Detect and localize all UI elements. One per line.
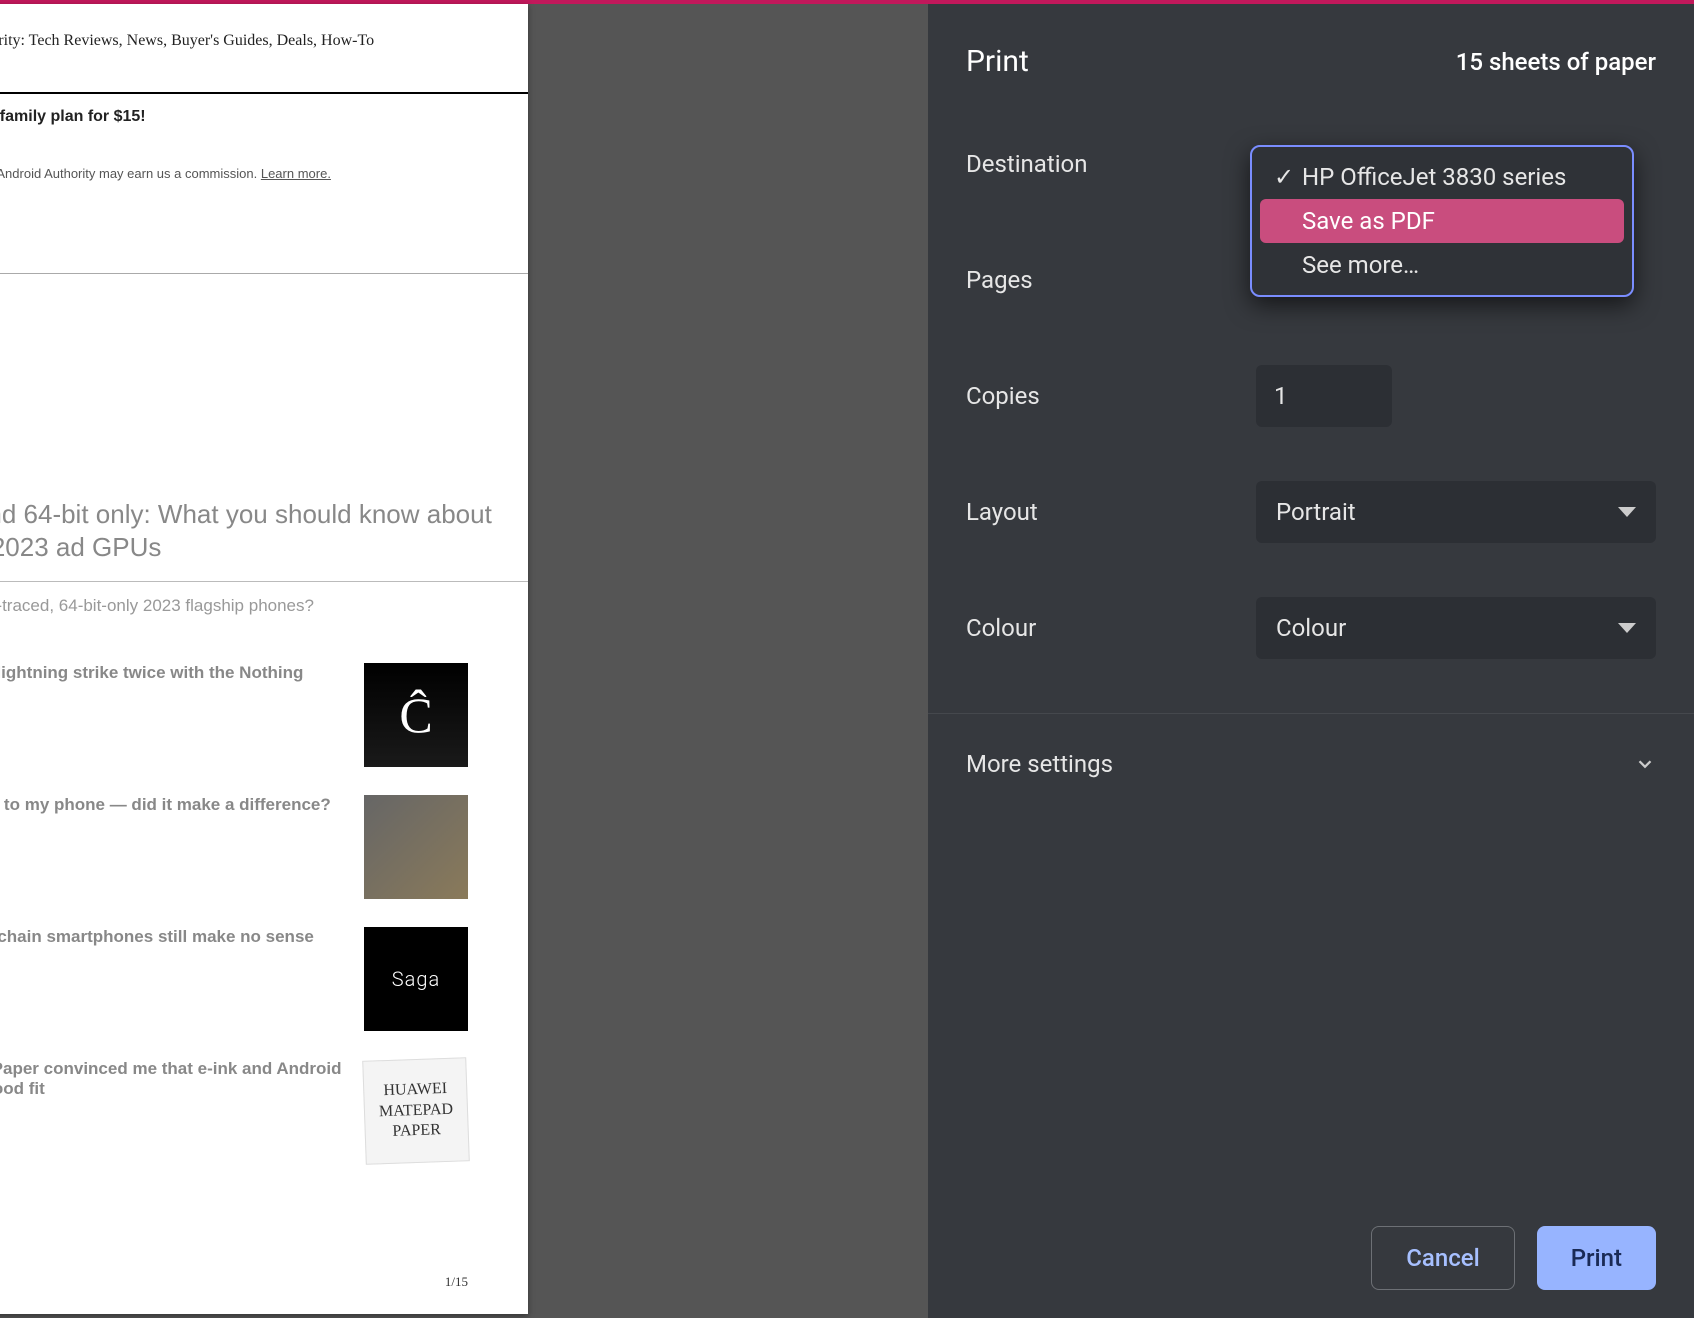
colour-row: Colour Colour [966,597,1656,659]
sheet-count: 15 sheets of paper [1456,48,1656,76]
destination-dropdown[interactable]: HP OfficeJet 3830 series Save as PDF See… [1250,145,1634,297]
lead-article-title: cing and 64-bit only: What you should kn… [0,498,528,563]
article-byline: ede [0,951,352,966]
article-thumbnail: HUAWEI MATEPAD PAPER [362,1057,470,1165]
article-row: Pei make lightning strike twice with the… [0,663,528,767]
layout-label: Layout [966,498,1256,526]
article-row: and blockchain smartphones still make no… [0,927,528,1031]
destination-option-printer[interactable]: HP OfficeJet 3830 series [1260,155,1624,199]
article-byline: i [0,707,352,722]
print-dialog: Print 15 sheets of paper Destination Pag… [928,4,1694,1318]
article-thumbnail [364,795,468,899]
copies-label: Copies [966,382,1256,410]
destination-option-save-pdf[interactable]: Save as PDF [1260,199,1624,243]
article-title: and blockchain smartphones still make no… [0,927,352,947]
article-byline: i [0,819,352,834]
copies-row: Copies [966,365,1656,427]
page-header: Android Authority: Tech Reviews, News, B… [0,32,528,50]
layout-row: Layout Portrait [966,481,1656,543]
print-button[interactable]: Print [1537,1226,1656,1290]
learn-more-link: Learn more. [261,166,331,181]
layout-select[interactable]: Portrait [1256,481,1656,543]
article-row: Matepad Paper convinced me that e-ink an… [0,1059,528,1163]
article-byline: y [0,1103,352,1118]
article-thumbnail: Ĉ [364,663,468,767]
destination-option-see-more[interactable]: See more… [1260,243,1624,287]
preview-page: Android Authority: Tech Reviews, News, B… [0,4,528,1314]
cancel-button[interactable]: Cancel [1371,1226,1514,1290]
article-row: ooling fan to my phone — did it make a d… [0,795,528,899]
divider [928,713,1694,714]
article-title: Matepad Paper convinced me that e-ink an… [0,1059,352,1099]
lead-byline: s [0,616,528,635]
dialog-title: Print [966,44,1029,79]
chevron-down-icon [1618,507,1636,517]
article-thumbnail: Saga [364,927,468,1031]
divider [0,273,528,274]
chevron-down-icon [1634,753,1656,775]
pages-label: Pages [966,266,1256,294]
disclaimer: Links on Android Authority may earn us a… [0,166,528,181]
print-preview-pane: Android Authority: Tech Reviews, News, B… [0,4,928,1318]
more-settings-toggle[interactable]: More settings [966,746,1656,782]
article-title: Pei make lightning strike twice with the… [0,663,352,703]
colour-select[interactable]: Colour [1256,597,1656,659]
colour-label: Colour [966,614,1256,642]
page-counter: 1/15 [445,1274,468,1290]
chevron-down-icon [1618,623,1636,633]
lead-article-subtitle: expect ray-traced, 64-bit-only 2023 flag… [0,582,528,616]
copies-input[interactable] [1256,365,1392,427]
destination-label: Destination [966,150,1256,178]
article-title: ooling fan to my phone — did it make a d… [0,795,352,815]
promo-text: bile: Get a family plan for $15! [0,94,528,126]
